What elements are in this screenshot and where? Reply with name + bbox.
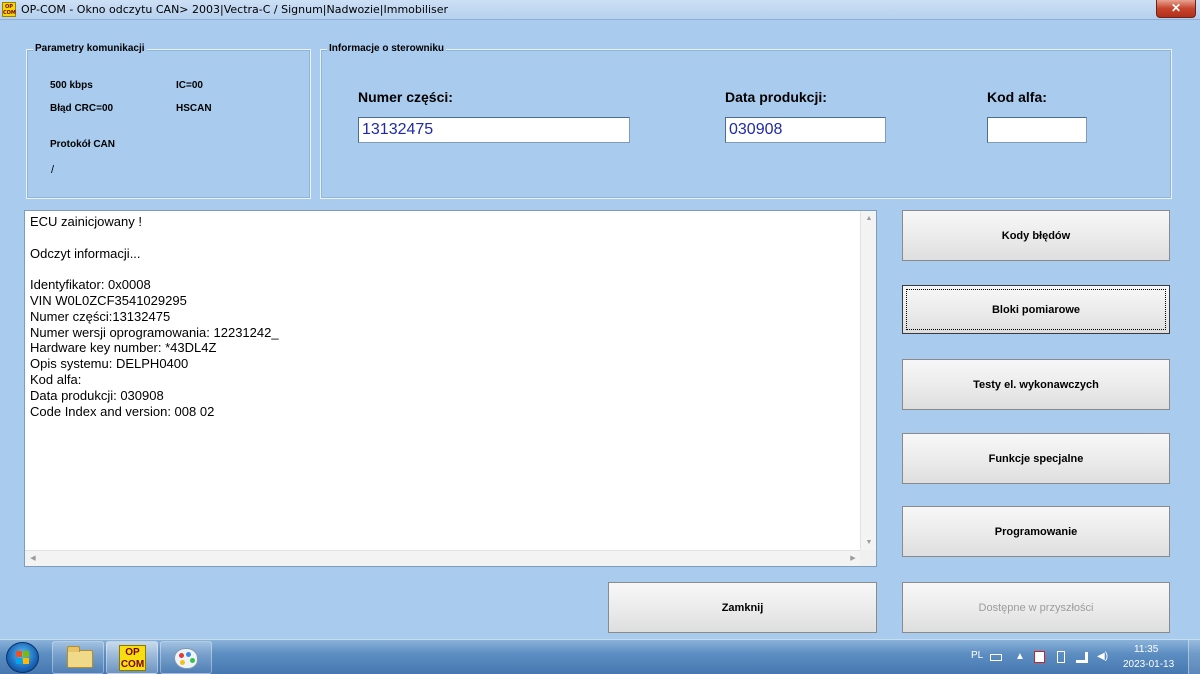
log-line: Numer wersji oprogramowania: 12231242_ (30, 324, 279, 340)
comm-params-title: Parametry komunikacji (33, 43, 147, 54)
log-line: Hardware key number: *43DL4Z (30, 340, 217, 356)
log-line: Code Index and version: 008 02 (30, 403, 215, 419)
taskbar-paint-button[interactable] (160, 641, 212, 674)
action-center-icon[interactable] (1034, 651, 1045, 663)
ecu-info-group: Informacje o sterowniku Numer części: 13… (320, 43, 1172, 199)
protocol-value: / (51, 164, 55, 176)
log-line: VIN W0L0ZCF3541029295 (30, 292, 187, 308)
log-line: Numer części:13132475 (30, 308, 171, 324)
alpha-code-label: Kod alfa: (987, 89, 1047, 105)
log-line: Data produkcji: 030908 (30, 387, 164, 403)
language-indicator[interactable]: PL (971, 650, 983, 661)
clock-date[interactable]: 2023-01-13 (1123, 659, 1174, 670)
log-line: Identyfikator: 0x0008 (30, 277, 151, 293)
opcom-app-icon: OP COM (2, 2, 16, 17)
taskbar: OP COM PL ▲ ◀) 11:35 2023-01-13 (0, 639, 1200, 674)
ic-counter: IC=00 (176, 80, 203, 91)
crc-error-counter: Błąd CRC=00 (50, 103, 114, 114)
log-line: Kod alfa: (30, 371, 82, 387)
part-number-label: Numer części: (358, 89, 453, 105)
production-date-label: Data produkcji: (725, 89, 827, 105)
part-number-field[interactable]: 13132475 (358, 117, 630, 143)
scroll-up-icon[interactable]: ▲ (861, 211, 877, 227)
scroll-left-icon[interactable]: ◀ (25, 551, 41, 567)
network-icon[interactable] (1076, 652, 1088, 663)
protocol-label: Protokół CAN (50, 139, 115, 150)
keyboard-icon[interactable] (990, 654, 1002, 661)
comm-params-group: Parametry komunikacji 500 kbps IC=00 Błą… (26, 43, 311, 199)
scroll-right-icon[interactable]: ▶ (845, 551, 861, 567)
baud-rate: 500 kbps (50, 80, 93, 91)
start-button[interactable] (6, 642, 39, 673)
taskbar-explorer-button[interactable] (52, 641, 104, 674)
log-text-area[interactable]: ECU zainicjowany ! Odczyt informacji... … (24, 210, 877, 567)
volume-icon[interactable]: ◀) (1097, 652, 1108, 662)
future-feature-button: Dostępne w przyszłości (902, 582, 1170, 633)
show-hidden-icons-icon[interactable]: ▲ (1015, 652, 1025, 662)
opcom-icon: OP COM (119, 645, 146, 671)
log-line: ECU zainicjowany ! (30, 214, 142, 229)
folder-icon (67, 646, 93, 668)
battery-icon[interactable] (1057, 651, 1065, 663)
vertical-scrollbar[interactable]: ▲ ▼ (860, 211, 876, 551)
window-title: OP-COM - Okno odczytu CAN> 2003|Vectra-C… (21, 3, 449, 16)
measuring-blocks-button[interactable]: Bloki pomiarowe (902, 285, 1170, 334)
alpha-code-field[interactable] (987, 117, 1087, 143)
bus-type: HSCAN (176, 103, 212, 114)
special-functions-button[interactable]: Funkcje specjalne (902, 433, 1170, 484)
horizontal-scrollbar[interactable]: ◀ ▶ (25, 550, 861, 566)
scroll-down-icon[interactable]: ▼ (861, 535, 877, 551)
error-codes-button[interactable]: Kody błędów (902, 210, 1170, 261)
close-window-button[interactable]: ✕ (1156, 0, 1196, 18)
ecu-info-title: Informacje o sterowniku (327, 43, 447, 54)
programming-button[interactable]: Programowanie (902, 506, 1170, 557)
scroll-corner (860, 550, 876, 566)
log-line: Odczyt informacji... (30, 245, 141, 261)
production-date-field[interactable]: 030908 (725, 117, 886, 143)
log-lines: ECU zainicjowany ! Odczyt informacji... … (30, 214, 855, 419)
title-bar: OP COM OP-COM - Okno odczytu CAN> 2003|V… (0, 0, 1200, 20)
windows-logo-icon (16, 651, 30, 665)
log-line: Opis systemu: DELPH0400 (30, 356, 189, 372)
clock-time[interactable]: 11:35 (1134, 644, 1158, 655)
paint-palette-icon (174, 648, 198, 669)
close-button[interactable]: Zamknij (608, 582, 877, 633)
system-tray: PL ▲ ◀) 11:35 2023-01-13 (960, 640, 1200, 674)
show-desktop-button[interactable] (1188, 640, 1200, 674)
taskbar-opcom-button[interactable]: OP COM (106, 641, 158, 674)
actuator-tests-button[interactable]: Testy el. wykonawczych (902, 359, 1170, 410)
